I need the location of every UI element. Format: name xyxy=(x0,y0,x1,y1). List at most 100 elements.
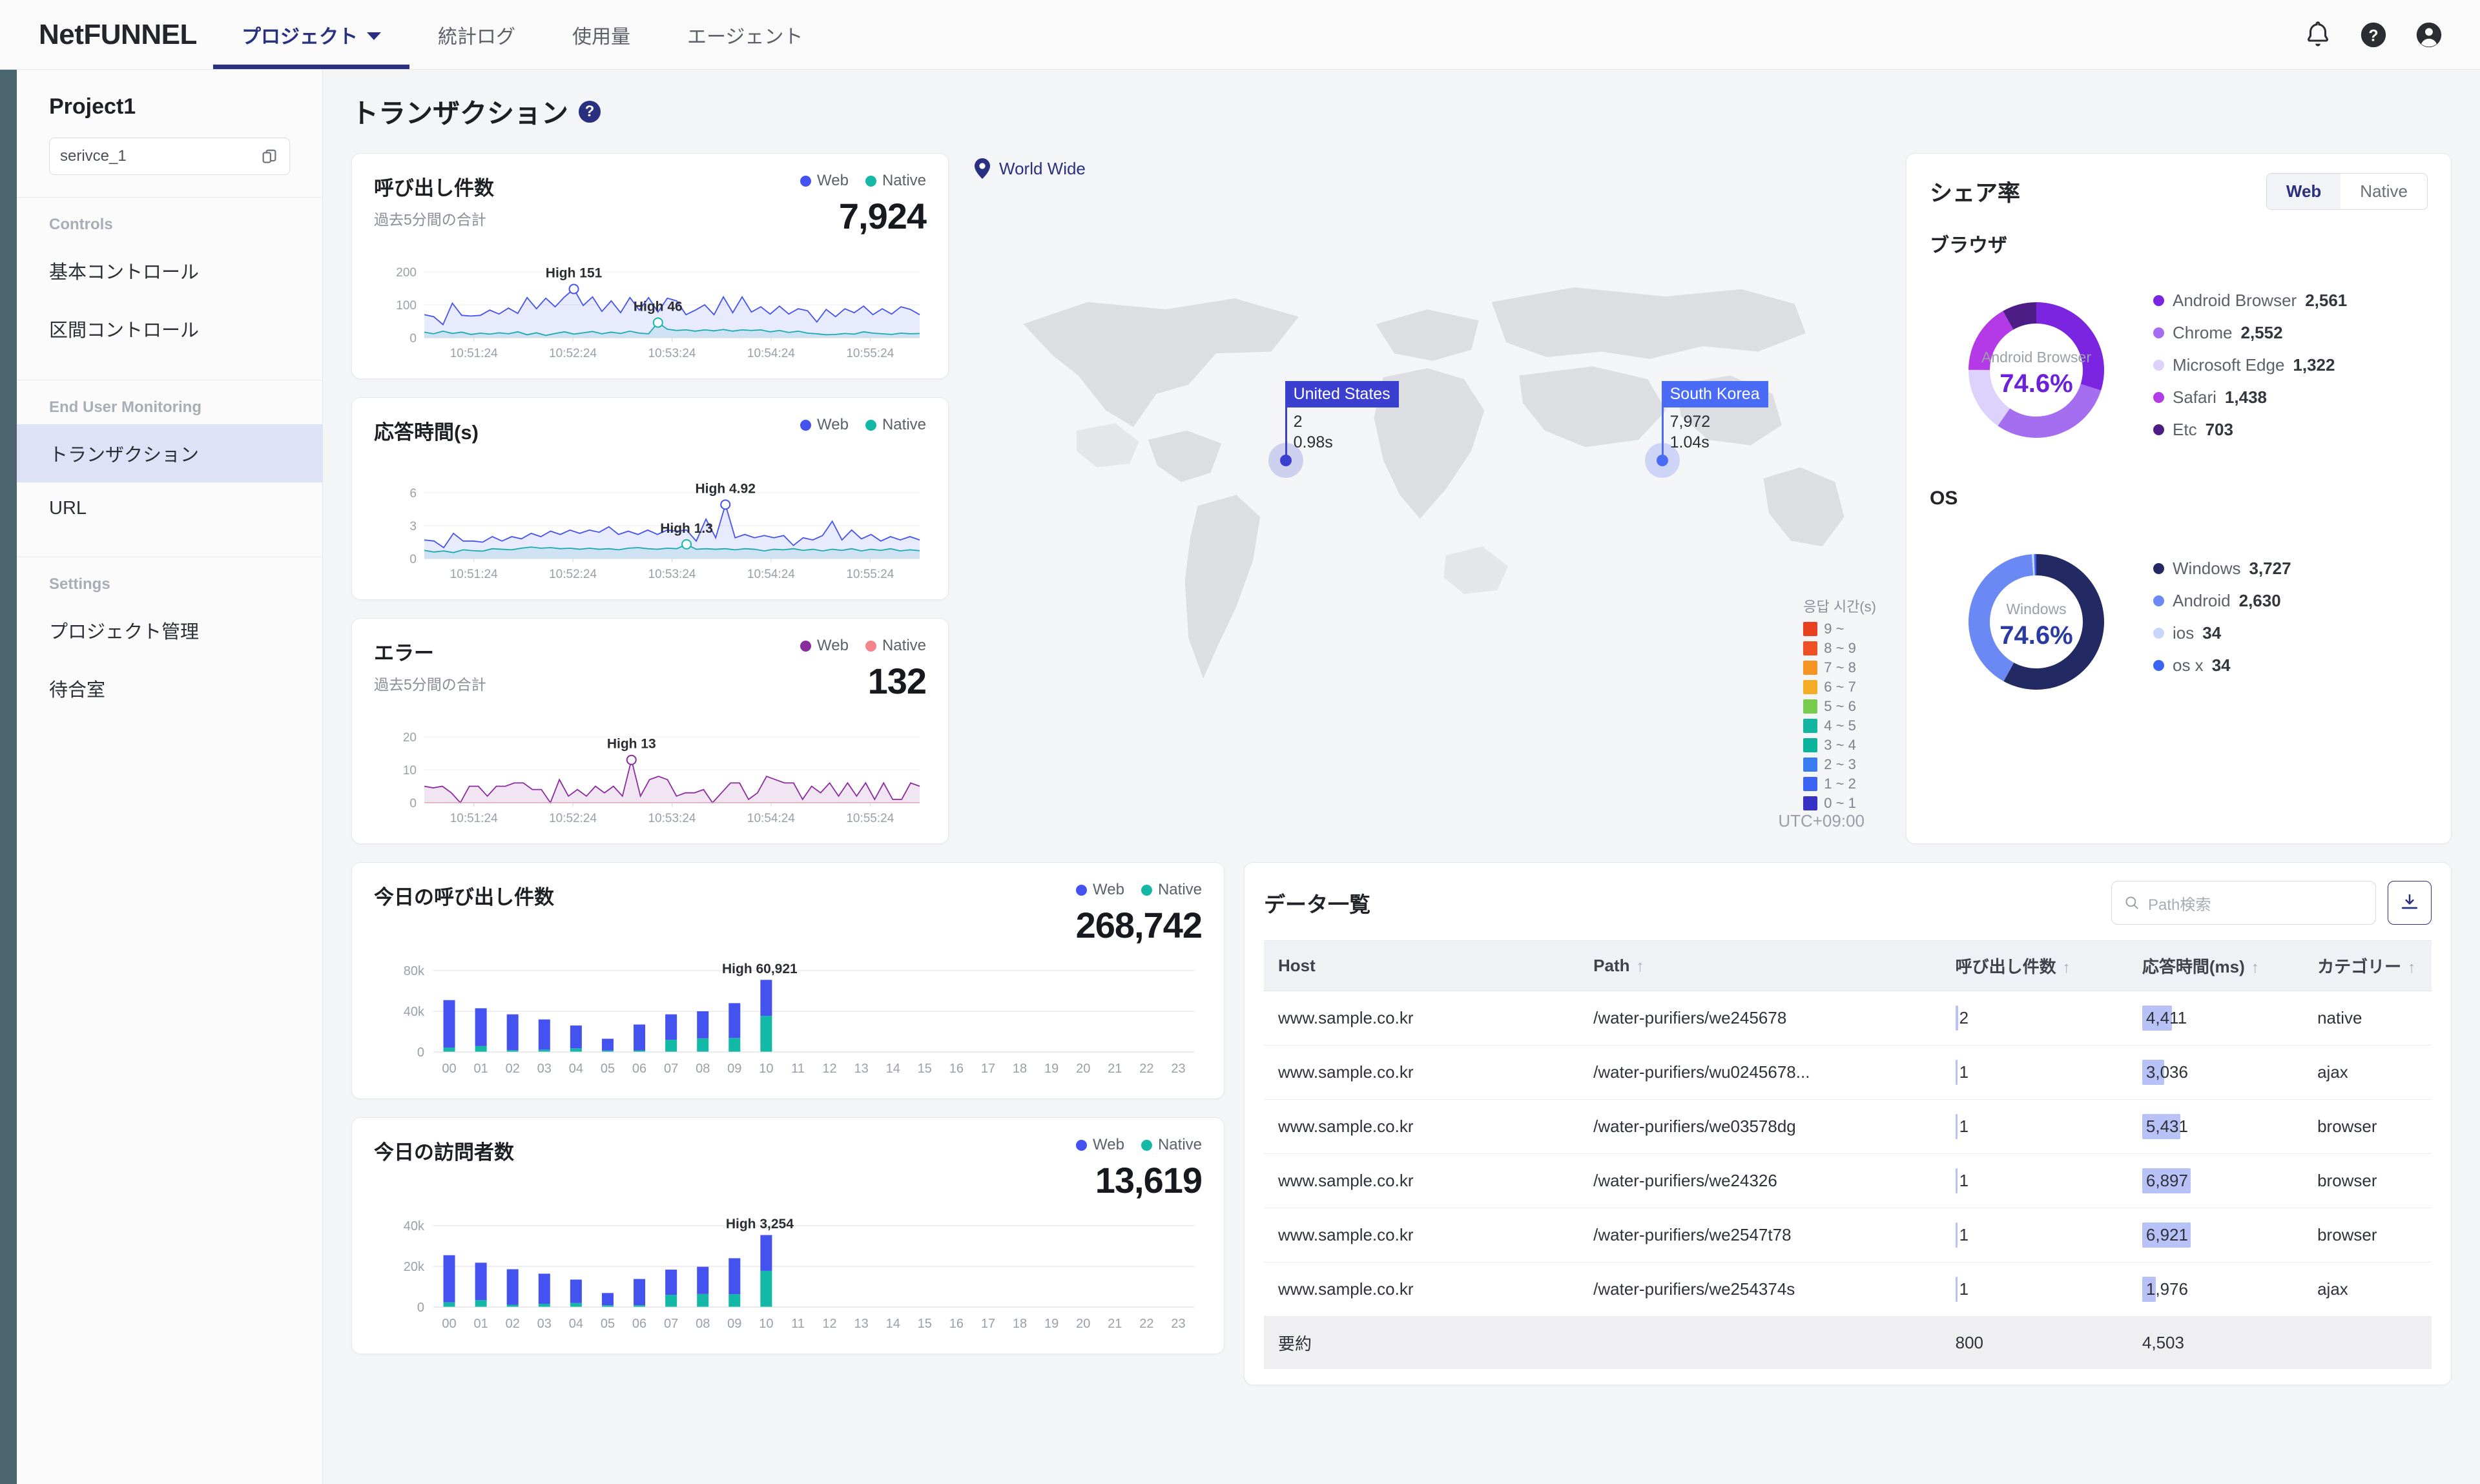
donut-center-label: Android Browser xyxy=(1981,349,2091,366)
column-response-time[interactable]: 応答時間(ms) ↑ xyxy=(2127,940,2304,991)
line-chart-svg: 0 3 6 10:51:24 10:52:24 10:53:24 10:54:24 10:55… xyxy=(409,481,920,581)
nav-item-usage[interactable]: 使用量 xyxy=(544,0,659,69)
svg-text:10:52:24: 10:52:24 xyxy=(549,812,597,825)
sidebar-item-waiting-room[interactable]: 待合室 xyxy=(17,659,322,717)
column-path[interactable]: Path ↑ xyxy=(1579,940,1941,991)
os-legend: Windows 3,727 Android 2,630 ios 34 os x 34 xyxy=(2149,559,2291,675)
donut-center-label: Windows xyxy=(2006,601,2066,617)
app-root: NetFUNNEL プロジェクト 統計ログ 使用量 エージェント ? Proje… xyxy=(0,0,2480,1484)
bar-chart-svg: 0 20k 40k 00 01 02 03 04 05 06 07 08 09 10 11 12 13 14 15 1… xyxy=(404,1217,1194,1331)
page-help-icon[interactable]: ? xyxy=(579,100,601,123)
sidebar-item-project-management[interactable]: プロジェクト管理 xyxy=(17,601,322,659)
table-header-row: Host Path ↑ 呼び出し件数 ↑ 応答時間(ms) ↑ カテゴリー ↑ xyxy=(1264,940,2432,991)
sidebar: Project1 serivce_1 Controls 基本コントロール 区間コ… xyxy=(17,70,323,1484)
svg-text:16: 16 xyxy=(949,1062,964,1076)
cell-path: /water-purifiers/we245678 xyxy=(1579,991,1941,1046)
tooltip-point xyxy=(1279,455,1292,467)
summary-response-time: 4,503 xyxy=(2127,1316,2304,1369)
cell-category: ajax xyxy=(2303,1045,2432,1100)
summary-label: 要約 xyxy=(1264,1316,1580,1369)
table-row[interactable]: www.sample.co.kr/water-purifiers/we2547t… xyxy=(1264,1208,2432,1262)
svg-text:?: ? xyxy=(2368,26,2378,45)
world-wide-text: World Wide xyxy=(999,158,1086,178)
column-category[interactable]: カテゴリー ↑ xyxy=(2303,940,2432,991)
svg-text:07: 07 xyxy=(664,1317,678,1331)
table-row[interactable]: www.sample.co.kr/water-purifiers/we25437… xyxy=(1264,1262,2432,1317)
svg-text:12: 12 xyxy=(822,1317,836,1331)
tab-web[interactable]: Web xyxy=(2266,174,2341,209)
sidebar-item-section-control[interactable]: 区間コントロール xyxy=(17,300,322,358)
section-title-os: OS xyxy=(1930,488,1958,509)
legend-item-web: Web xyxy=(800,637,849,655)
nav-item-agent[interactable]: エージェント xyxy=(659,0,831,69)
table-title: データ一覧 xyxy=(1264,892,1370,916)
download-button[interactable] xyxy=(2388,881,2432,925)
svg-text:0: 0 xyxy=(417,1046,424,1060)
svg-text:05: 05 xyxy=(601,1062,615,1076)
service-value: serivce_1 xyxy=(60,147,127,165)
sidebar-item-url[interactable]: URL xyxy=(17,482,322,535)
svg-text:03: 03 xyxy=(537,1317,552,1331)
legend-item: ios 34 xyxy=(2153,623,2291,643)
map-legend-row: 3 ~ 4 xyxy=(1803,737,1876,754)
line-chart-svg: 0 10 20 10:51:24 10:52:24 10:53:24 10:54:24 10:… xyxy=(403,731,920,825)
cell-response-time: 3,036 xyxy=(2127,1045,2304,1100)
help-icon[interactable]: ? xyxy=(2359,20,2388,50)
svg-text:200: 200 xyxy=(396,266,417,280)
sidebar-item-basic-control[interactable]: 基本コントロール xyxy=(17,242,322,300)
account-icon[interactable] xyxy=(2414,20,2444,50)
svg-text:05: 05 xyxy=(601,1317,615,1331)
map-legend-row: 1 ~ 2 xyxy=(1803,776,1876,792)
svg-text:07: 07 xyxy=(664,1062,678,1076)
share-type-toggle[interactable]: Web Native xyxy=(2266,173,2428,210)
cell-host: www.sample.co.kr xyxy=(1264,1045,1580,1100)
bell-icon[interactable] xyxy=(2303,20,2333,50)
svg-text:09: 09 xyxy=(727,1317,741,1331)
map-timezone-label: UTC+09:00 xyxy=(1778,811,1865,830)
download-icon xyxy=(2401,894,2418,909)
copy-icon[interactable] xyxy=(260,147,279,166)
table-row[interactable]: www.sample.co.kr/water-purifiers/wu02456… xyxy=(1264,1045,2432,1100)
nav-item-stats-log[interactable]: 統計ログ xyxy=(409,0,544,69)
map-legend-swatch xyxy=(1803,738,1818,752)
svg-text:04: 04 xyxy=(569,1062,583,1076)
tooltip-time: 0.98s xyxy=(1293,433,1333,452)
table-row[interactable]: www.sample.co.kr/water-purifiers/we03578… xyxy=(1264,1099,2432,1154)
map-legend-row: 8 ~ 9 xyxy=(1803,640,1876,657)
svg-text:22: 22 xyxy=(1139,1062,1153,1076)
column-host[interactable]: Host xyxy=(1264,940,1580,991)
svg-text:10:52:24: 10:52:24 xyxy=(549,568,597,581)
table-row[interactable]: www.sample.co.kr/water-purifiers/we24326… xyxy=(1264,1153,2432,1208)
table-summary-row: 要約 800 4,503 xyxy=(1264,1316,2432,1369)
svg-text:08: 08 xyxy=(696,1317,710,1331)
cell-category: browser xyxy=(2303,1153,2432,1208)
legend-label: Android xyxy=(2173,590,2231,610)
tab-native[interactable]: Native xyxy=(2340,174,2427,209)
brand-logo: NetFUNNEL xyxy=(39,18,197,50)
nav-item-projects[interactable]: プロジェクト xyxy=(213,0,409,69)
svg-text:10:53:24: 10:53:24 xyxy=(648,812,696,825)
svg-text:20k: 20k xyxy=(404,1260,425,1274)
table-row[interactable]: www.sample.co.kr/water-purifiers/we24567… xyxy=(1264,991,2432,1046)
map-legend-label: 8 ~ 9 xyxy=(1824,640,1856,656)
map-legend-swatch xyxy=(1803,796,1818,810)
sidebar-item-transaction[interactable]: トランザクション xyxy=(17,424,322,482)
cell-category: browser xyxy=(2303,1208,2432,1262)
svg-text:12: 12 xyxy=(822,1062,836,1076)
nav-item-label: プロジェクト xyxy=(242,26,358,48)
map-legend: 응답 시간(s) 9 ~ 8 ~ 9 7 ~ 8 6 ~ 7 5 ~ 6 4 ~ 5 3 ~… xyxy=(1803,595,1876,814)
world-map[interactable]: World Wide United States 2 0.98s South K… xyxy=(968,153,1886,844)
legend-swatch xyxy=(1141,884,1152,896)
svg-text:10: 10 xyxy=(759,1062,773,1076)
svg-text:0: 0 xyxy=(417,1301,424,1315)
svg-text:10: 10 xyxy=(759,1317,773,1331)
map-legend-row: 5 ~ 6 xyxy=(1803,698,1876,715)
service-selector[interactable]: serivce_1 xyxy=(49,138,290,175)
nav-item-label: 統計ログ xyxy=(438,26,515,48)
search-input[interactable]: Path検索 xyxy=(2111,881,2376,925)
svg-text:High 3,254: High 3,254 xyxy=(726,1217,794,1232)
svg-text:03: 03 xyxy=(537,1062,552,1076)
sidebar-group-settings: Settings xyxy=(49,575,110,593)
column-calls[interactable]: 呼び出し件数 ↑ xyxy=(1941,940,2128,991)
svg-text:10:55:24: 10:55:24 xyxy=(846,347,894,360)
